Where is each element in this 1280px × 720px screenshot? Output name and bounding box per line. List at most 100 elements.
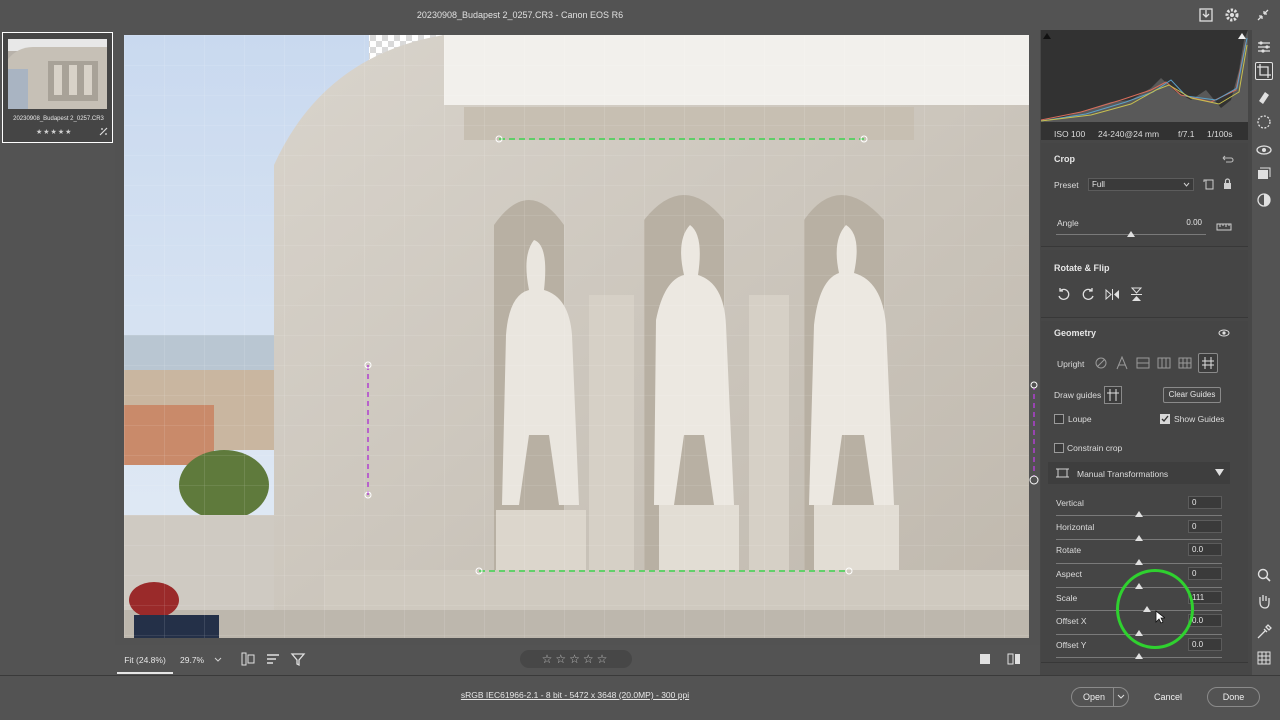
- histogram-shutter: 1/100s: [1207, 129, 1233, 139]
- upright-full-icon[interactable]: [1178, 356, 1192, 370]
- loupe-label: Loupe: [1068, 414, 1092, 424]
- rotate-right-icon[interactable]: [1081, 287, 1096, 302]
- heal-tool-icon[interactable]: [1255, 88, 1273, 106]
- upright-guided-icon[interactable]: [1198, 353, 1218, 373]
- vertical-label: Vertical: [1056, 498, 1084, 508]
- vertical-value[interactable]: 0: [1188, 496, 1222, 509]
- file-info-link[interactable]: sRGB IEC61966-2.1 - 8 bit - 5472 x 3648 …: [420, 690, 730, 700]
- offset-y-slider-knob[interactable]: [1135, 653, 1143, 659]
- loupe-checkbox[interactable]: [1054, 414, 1064, 424]
- filmstrip-toggle-icon[interactable]: [240, 651, 256, 667]
- highlight-circle: [1116, 569, 1194, 649]
- show-guides-label: Show Guides: [1174, 414, 1225, 424]
- eyedropper-icon[interactable]: [1255, 623, 1273, 641]
- horizontal-value[interactable]: 0: [1188, 520, 1222, 533]
- histogram-iso: ISO 100: [1054, 129, 1086, 139]
- draw-guides-tool-icon[interactable]: [1104, 386, 1122, 404]
- open-button-label: Open: [1083, 692, 1106, 702]
- scale-label: Scale: [1056, 593, 1078, 603]
- zoom-fit-button[interactable]: Fit (24.8%): [117, 646, 173, 674]
- preset-label: Preset: [1054, 180, 1079, 190]
- redeye-tool-icon[interactable]: [1255, 141, 1273, 159]
- angle-value[interactable]: 0.00: [1170, 216, 1206, 229]
- crop-orientation-icon[interactable]: [1203, 178, 1215, 190]
- zoom-dropdown-icon[interactable]: [214, 656, 222, 664]
- thumbnail-rating: ★★★★★: [36, 129, 73, 136]
- horizontal-label: Horizontal: [1056, 522, 1095, 532]
- angle-label: Angle: [1057, 218, 1079, 228]
- collapse-triangle-icon[interactable]: [1215, 469, 1224, 476]
- grid-overlay-icon[interactable]: [1255, 649, 1273, 667]
- single-view-icon[interactable]: [978, 652, 992, 666]
- upright-level-icon[interactable]: [1136, 356, 1150, 370]
- vertical-slider-knob[interactable]: [1135, 511, 1143, 517]
- mouse-cursor-icon: [1155, 610, 1165, 624]
- offset-y-value[interactable]: 0.0: [1188, 638, 1222, 651]
- rating-stars[interactable]: ☆☆☆☆☆: [520, 650, 632, 668]
- upright-auto-icon[interactable]: [1115, 356, 1129, 370]
- rotate-slider-knob[interactable]: [1135, 559, 1143, 565]
- rotate-value[interactable]: 0.0: [1188, 543, 1222, 556]
- geometry-title: Geometry: [1054, 328, 1097, 338]
- aspect-value[interactable]: 0: [1188, 567, 1222, 580]
- cancel-button[interactable]: Cancel: [1140, 688, 1196, 706]
- horizontal-slider-knob[interactable]: [1135, 535, 1143, 541]
- zoom-tool-icon[interactable]: [1255, 566, 1273, 584]
- angle-slider-knob[interactable]: [1127, 231, 1135, 237]
- gear-icon[interactable]: [1223, 6, 1241, 24]
- straighten-tool-icon[interactable]: [1216, 222, 1232, 232]
- clear-guides-button[interactable]: Clear Guides: [1163, 387, 1221, 403]
- open-split-divider: [1113, 688, 1114, 706]
- presets-icon[interactable]: [1255, 191, 1273, 209]
- done-button[interactable]: Done: [1207, 687, 1260, 707]
- open-options-chevron-icon[interactable]: [1117, 693, 1125, 701]
- upright-off-icon[interactable]: [1094, 356, 1108, 370]
- flip-vertical-icon[interactable]: [1129, 287, 1144, 302]
- rotate-label: Rotate: [1056, 545, 1082, 555]
- sort-icon[interactable]: [265, 651, 281, 667]
- rotate-left-icon[interactable]: [1056, 287, 1071, 302]
- rotate-flip-section: [1041, 250, 1248, 318]
- offset-y-label: Offset Y: [1056, 640, 1087, 650]
- zoom-percent-button[interactable]: 29.7%: [180, 646, 208, 674]
- edited-badge-icon: [99, 127, 108, 136]
- window-title: 20230908_Budapest 2_0257.CR3 - Canon EOS…: [416, 10, 624, 20]
- flip-horizontal-icon[interactable]: [1105, 287, 1120, 302]
- manual-transformations-label: Manual Transformations: [1077, 469, 1169, 479]
- constrain-crop-checkbox[interactable]: [1054, 443, 1064, 453]
- constrain-crop-label: Constrain crop: [1067, 443, 1123, 453]
- preset-select[interactable]: Full: [1088, 178, 1194, 191]
- draw-guides-label: Draw guides: [1054, 390, 1102, 400]
- offset-x-label: Offset X: [1056, 616, 1087, 626]
- eye-visibility-icon[interactable]: [1218, 328, 1230, 338]
- collapse-icon[interactable]: [1254, 6, 1272, 24]
- upright-label: Upright: [1057, 359, 1085, 369]
- histogram-lens: 24-240@24 mm: [1098, 129, 1160, 139]
- vertical-guide-right[interactable]: [1029, 380, 1039, 485]
- snapshots-icon[interactable]: [1255, 165, 1273, 183]
- filter-icon[interactable]: [290, 651, 306, 667]
- reset-crop-icon[interactable]: [1220, 153, 1234, 165]
- preset-select-value: Full: [1092, 180, 1105, 189]
- transform-icon: [1056, 467, 1069, 479]
- filmstrip-thumbnail[interactable]: 20230908_Budapest 2_0257.CR3 ★★★★★: [2, 32, 113, 143]
- before-after-icon[interactable]: [1006, 652, 1022, 666]
- crop-title: Crop: [1054, 154, 1075, 164]
- rotate-flip-title: Rotate & Flip: [1054, 263, 1110, 273]
- upright-vertical-icon[interactable]: [1157, 356, 1171, 370]
- thumbnail-image: [8, 39, 107, 109]
- shadow-clipping-icon[interactable]: [1042, 32, 1052, 40]
- crop-tool-icon[interactable]: [1255, 62, 1273, 80]
- lock-aspect-icon[interactable]: [1222, 178, 1233, 190]
- histogram-aperture: f/7.1: [1178, 129, 1195, 139]
- highlight-clipping-icon[interactable]: [1237, 32, 1247, 40]
- thumbnail-filename: 20230908_Budapest 2_0257.CR3: [13, 116, 104, 122]
- aspect-label: Aspect: [1056, 569, 1082, 579]
- edit-icon[interactable]: [1255, 38, 1273, 56]
- histogram: [1041, 30, 1248, 140]
- hand-tool-icon[interactable]: [1255, 592, 1273, 610]
- save-icon[interactable]: [1197, 6, 1215, 24]
- show-guides-checkbox[interactable]: [1160, 414, 1170, 424]
- photo-preview[interactable]: [124, 35, 1029, 638]
- mask-tool-icon[interactable]: [1255, 113, 1273, 131]
